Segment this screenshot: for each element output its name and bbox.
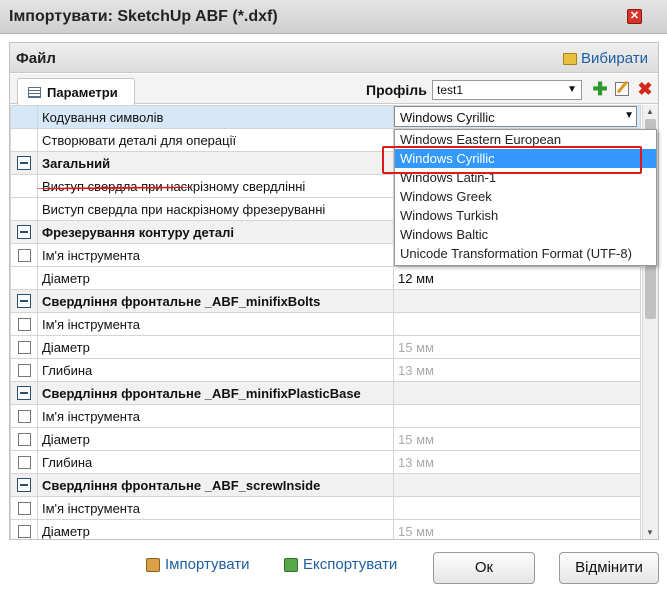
tab-parameters-label: Параметри bbox=[47, 84, 118, 100]
chevron-down-icon: ▼ bbox=[567, 84, 577, 95]
select-file-link[interactable]: Вибирати bbox=[563, 50, 648, 67]
footer: Імпортувати Експортувати Ок Відмінити bbox=[0, 540, 667, 598]
checkbox[interactable] bbox=[17, 524, 31, 538]
export-label: Експортувати bbox=[303, 556, 398, 573]
window-title: Імпортувати: SketchUp ABF (*.dxf) bbox=[9, 8, 278, 25]
param-value[interactable]: 13 мм bbox=[393, 358, 641, 382]
param-name: Ім'я інструмента bbox=[37, 496, 394, 520]
scroll-down-icon[interactable]: ▼ bbox=[646, 528, 654, 537]
param-name: Ім'я інструмента bbox=[37, 312, 394, 336]
dropdown-option[interactable]: Windows Turkish bbox=[395, 206, 656, 225]
table-row-encoding[interactable]: Кодування символів Windows Cyrillic ▼ bbox=[10, 105, 641, 129]
table-row[interactable]: Діаметр 15 мм bbox=[10, 335, 641, 359]
select-file-label: Вибирати bbox=[581, 50, 648, 67]
cancel-button[interactable]: Відмінити bbox=[559, 552, 659, 584]
param-name: Ім'я інструмента bbox=[37, 404, 394, 428]
edit-profile-icon[interactable] bbox=[615, 82, 629, 96]
param-name: Глибина bbox=[37, 450, 394, 474]
profile-label: Профіль bbox=[366, 82, 427, 98]
group-row[interactable]: Свердління фронтальне _ABF_minifixPlasti… bbox=[10, 381, 641, 405]
table-row[interactable]: Ім'я інструмента bbox=[10, 404, 641, 428]
param-value[interactable]: 15 мм bbox=[393, 519, 641, 539]
add-profile-icon[interactable]: ✚ bbox=[592, 80, 608, 98]
encoding-select[interactable]: Windows Cyrillic ▼ bbox=[393, 105, 641, 129]
export-link[interactable]: Експортувати bbox=[284, 556, 397, 573]
param-name: Діаметр bbox=[37, 335, 394, 359]
param-name: Глибина bbox=[37, 358, 394, 382]
profile-select[interactable]: test1 ▼ bbox=[432, 80, 582, 100]
delete-profile-icon[interactable]: ✖ bbox=[637, 80, 653, 98]
checkbox[interactable] bbox=[17, 340, 31, 354]
table-row[interactable]: Ім'я інструмента bbox=[10, 312, 641, 336]
param-value[interactable]: 12 мм bbox=[393, 266, 641, 290]
param-name: Діаметр bbox=[37, 427, 394, 451]
dropdown-option[interactable]: Windows Baltic bbox=[395, 225, 656, 244]
annotation-highlight-box bbox=[382, 146, 642, 174]
file-bar: Файл Вибирати bbox=[10, 43, 658, 73]
table-row[interactable]: Глибина 13 мм bbox=[10, 450, 641, 474]
import-link[interactable]: Імпортувати bbox=[146, 556, 250, 573]
ok-button[interactable]: Ок bbox=[433, 552, 535, 584]
collapse-icon[interactable] bbox=[17, 156, 31, 170]
encoding-select-value: Windows Cyrillic bbox=[400, 110, 495, 125]
file-label: Файл bbox=[16, 50, 56, 67]
collapse-icon[interactable] bbox=[17, 478, 31, 492]
param-name: Виступ свердла при наскрізному фрезерува… bbox=[37, 197, 394, 221]
main-panel: Файл Вибирати Параметри Профіль test1 ▼ … bbox=[9, 42, 659, 540]
tab-parameters[interactable]: Параметри bbox=[17, 78, 135, 105]
param-name: Ім'я інструмента bbox=[37, 243, 394, 267]
group-row[interactable]: Свердління фронтальне _ABF_screwInside bbox=[10, 473, 641, 497]
param-name: Кодування символів bbox=[37, 105, 394, 129]
table-row[interactable]: Глибина 13 мм bbox=[10, 358, 641, 382]
group-name: Фрезерування контуру деталі bbox=[37, 220, 394, 244]
checkbox[interactable] bbox=[17, 363, 31, 377]
table-row[interactable]: Ім'я інструмента bbox=[10, 496, 641, 520]
list-icon bbox=[28, 86, 41, 98]
export-icon bbox=[284, 557, 298, 572]
param-name: Створювати деталі для операції bbox=[37, 128, 394, 152]
import-icon bbox=[146, 557, 160, 572]
scroll-up-icon[interactable]: ▲ bbox=[646, 107, 654, 116]
checkbox[interactable] bbox=[17, 317, 31, 331]
collapse-icon[interactable] bbox=[17, 294, 31, 308]
param-value[interactable]: 15 мм bbox=[393, 335, 641, 359]
group-name: Свердління фронтальне _ABF_screwInside bbox=[37, 473, 394, 497]
param-value[interactable]: 13 мм bbox=[393, 450, 641, 474]
profile-select-value: test1 bbox=[437, 83, 464, 97]
checkbox[interactable] bbox=[17, 455, 31, 469]
param-value[interactable]: 15 мм bbox=[393, 427, 641, 451]
group-name: Свердління фронтальне _ABF_minifixPlasti… bbox=[37, 381, 394, 405]
table-row[interactable]: Діаметр 12 мм bbox=[10, 266, 641, 290]
group-name: Свердління фронтальне _ABF_minifixBolts bbox=[37, 289, 394, 313]
collapse-icon[interactable] bbox=[17, 386, 31, 400]
checkbox[interactable] bbox=[17, 501, 31, 515]
table-row[interactable]: Діаметр 15 мм bbox=[10, 427, 641, 451]
param-name: Діаметр bbox=[37, 519, 394, 539]
tab-row: Параметри Профіль test1 ▼ ✚ ✖ bbox=[10, 74, 658, 105]
group-row[interactable]: Свердління фронтальне _ABF_minifixBolts bbox=[10, 289, 641, 313]
param-name: Виступ свердла при наскрізному свердлінн… bbox=[37, 174, 394, 198]
checkbox[interactable] bbox=[17, 409, 31, 423]
folder-icon bbox=[563, 52, 578, 65]
dropdown-option[interactable]: Windows Greek bbox=[395, 187, 656, 206]
collapse-icon[interactable] bbox=[17, 225, 31, 239]
close-icon[interactable]: ✕ bbox=[627, 9, 642, 24]
import-label: Імпортувати bbox=[165, 556, 250, 573]
dropdown-option[interactable]: Unicode Transformation Format (UTF-8) bbox=[395, 244, 656, 263]
checkbox[interactable] bbox=[17, 432, 31, 446]
checkbox[interactable] bbox=[17, 248, 31, 262]
param-name: Діаметр bbox=[37, 266, 394, 290]
title-bar: Імпортувати: SketchUp ABF (*.dxf) ✕ bbox=[0, 0, 667, 34]
table-row[interactable]: Діаметр 15 мм bbox=[10, 519, 641, 539]
chevron-down-icon: ▼ bbox=[624, 110, 634, 121]
group-name: Загальний bbox=[37, 151, 394, 175]
